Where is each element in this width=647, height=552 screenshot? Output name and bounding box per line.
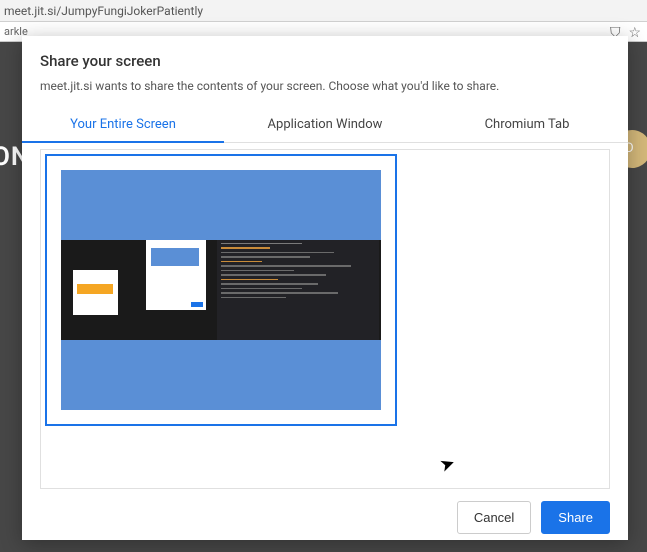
tab-chromium-tab[interactable]: Chromium Tab bbox=[426, 107, 628, 142]
cancel-button[interactable]: Cancel bbox=[457, 501, 531, 534]
tab-entire-screen[interactable]: Your Entire Screen bbox=[22, 107, 224, 142]
dialog-header: Share your screen bbox=[22, 36, 628, 76]
dialog-title: Share your screen bbox=[40, 52, 610, 70]
screen-thumbnail bbox=[61, 170, 381, 410]
preview-grid: ➤ bbox=[40, 149, 610, 489]
browser-tab-title: meet.jit.si/JumpyFungiJokerPatiently bbox=[4, 4, 203, 18]
screen-option-1[interactable] bbox=[45, 154, 397, 426]
share-button[interactable]: Share bbox=[541, 501, 610, 534]
tab-application-window[interactable]: Application Window bbox=[224, 107, 426, 142]
dialog-footer: Cancel Share bbox=[22, 489, 628, 550]
mouse-cursor-icon: ➤ bbox=[437, 452, 458, 477]
dialog-tabs: Your Entire Screen Application Window Ch… bbox=[22, 107, 628, 143]
dialog-description: meet.jit.si wants to share the contents … bbox=[22, 76, 628, 107]
browser-tab-strip: meet.jit.si/JumpyFungiJokerPatiently bbox=[0, 0, 647, 22]
star-icon[interactable]: ☆ bbox=[628, 23, 641, 42]
share-screen-dialog: Share your screen meet.jit.si wants to s… bbox=[22, 36, 628, 540]
preview-area: ➤ bbox=[22, 143, 628, 489]
